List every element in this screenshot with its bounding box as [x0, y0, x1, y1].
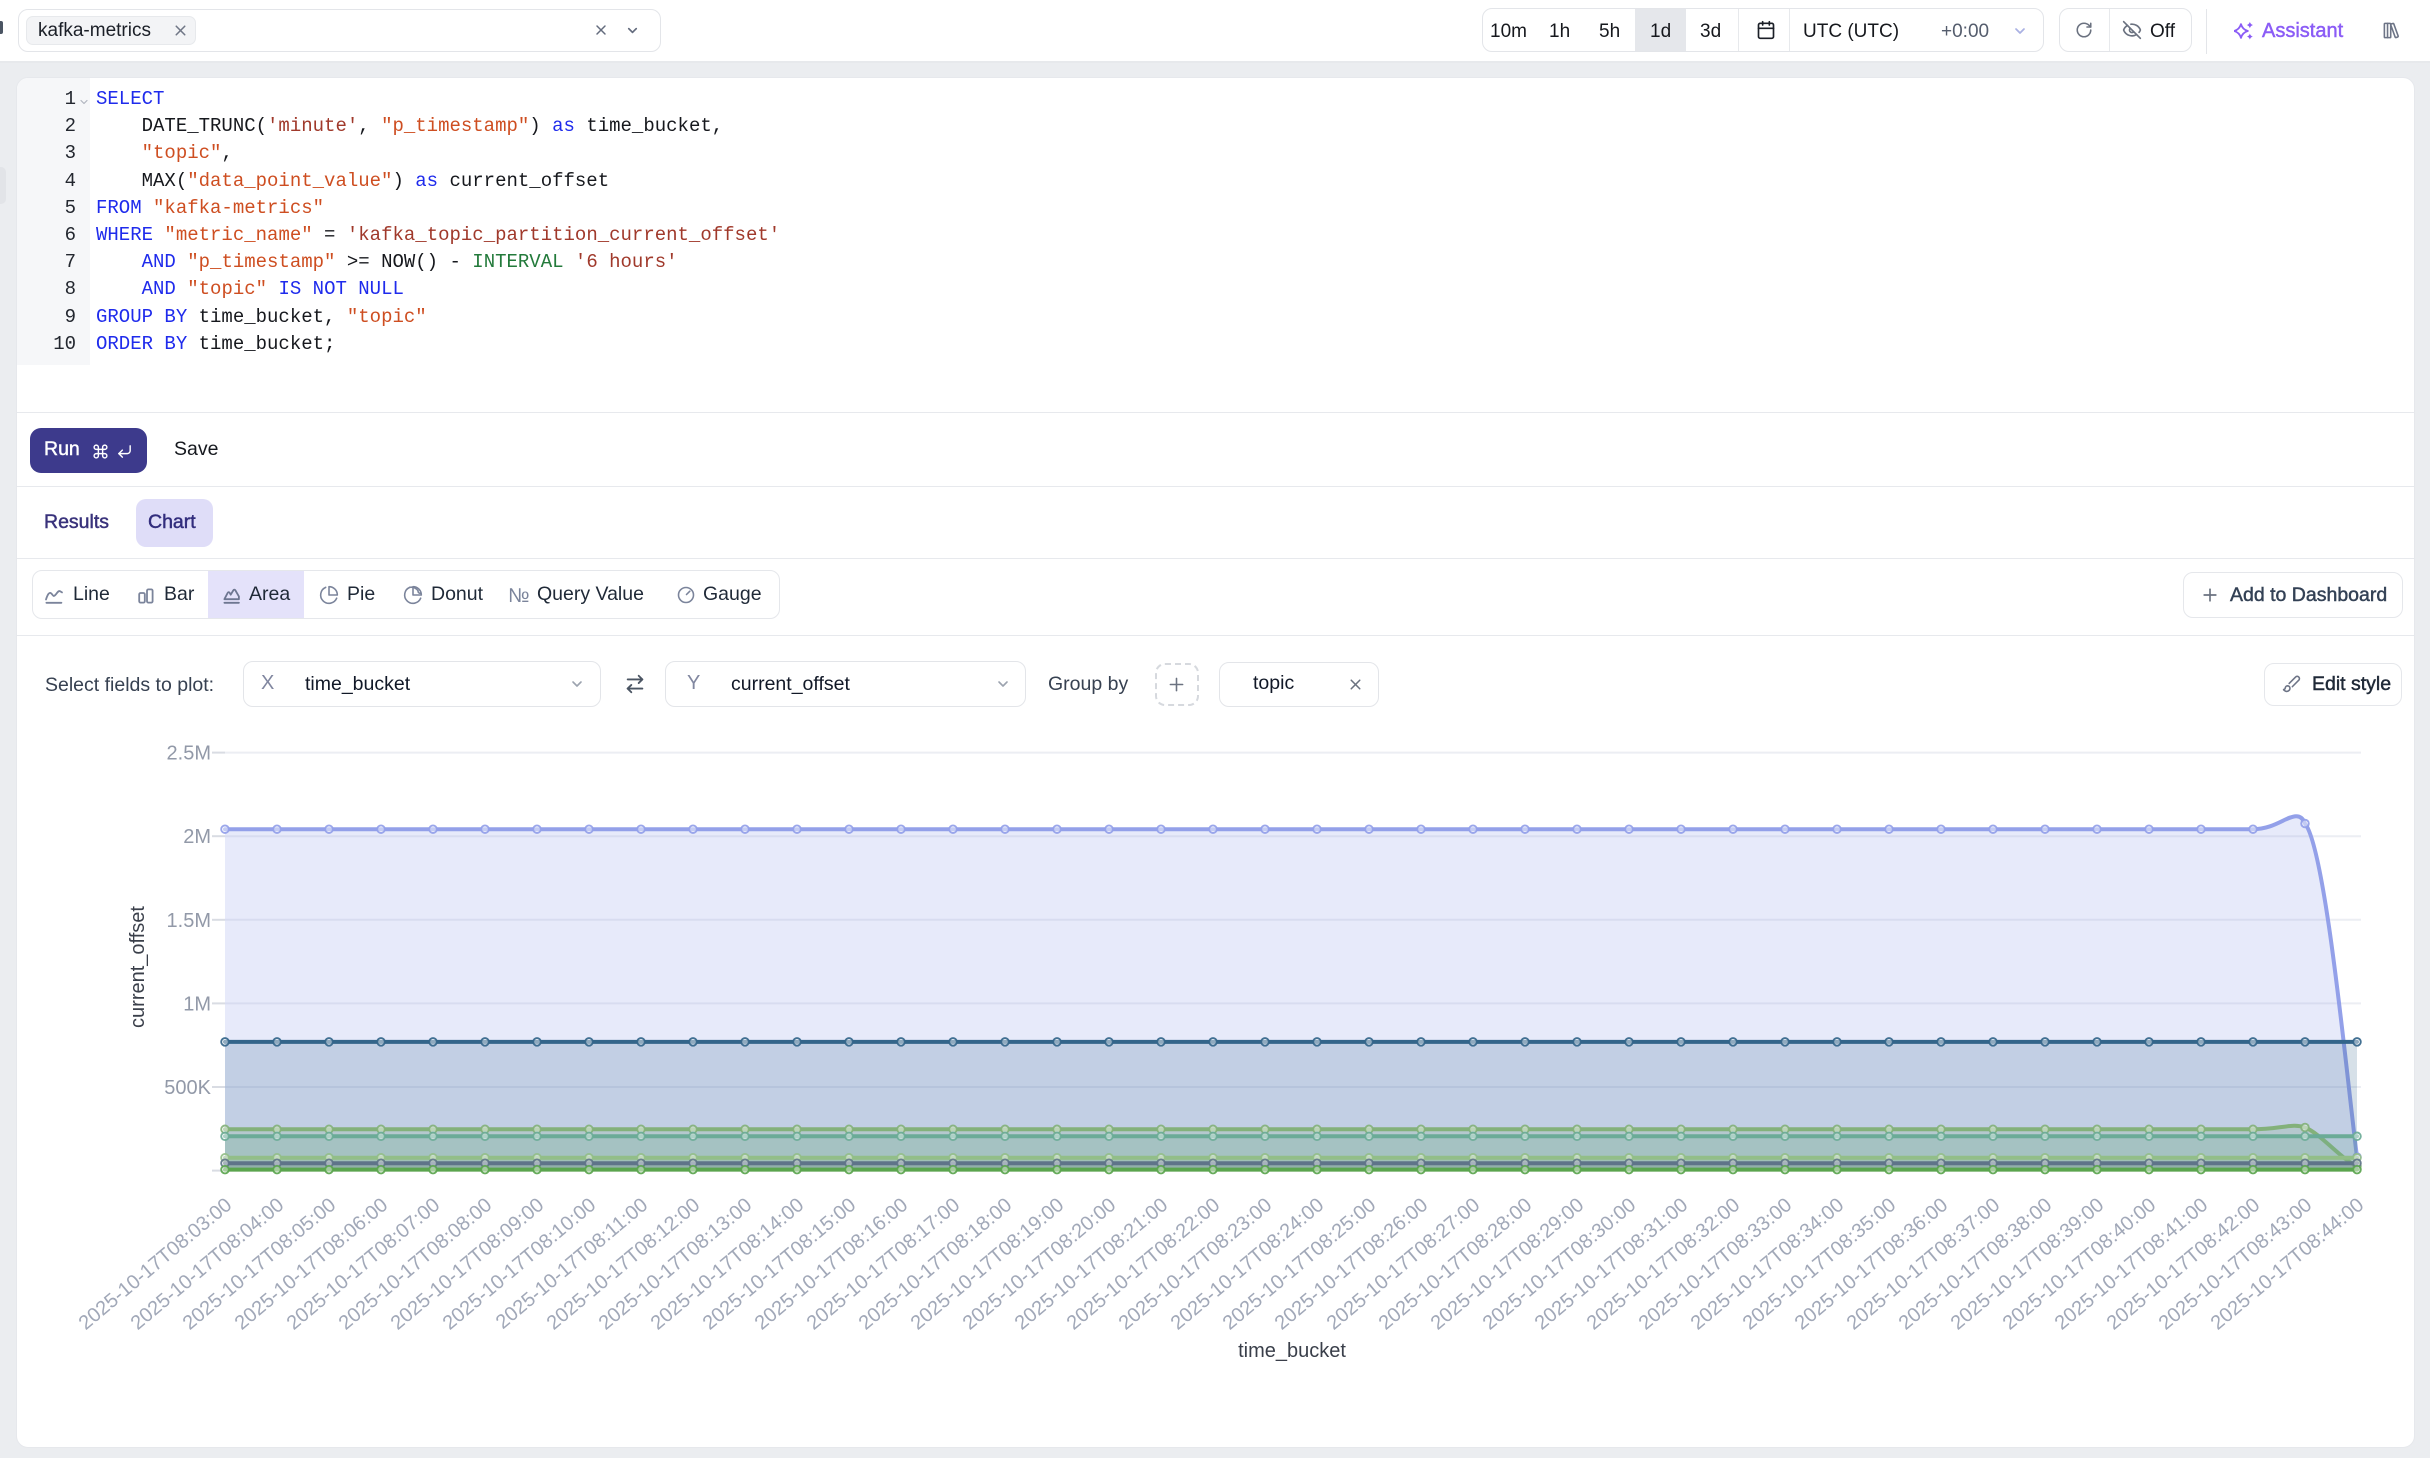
svg-text:500K: 500K: [164, 1077, 211, 1099]
svg-text:time_bucket: time_bucket: [1238, 1340, 1346, 1362]
svg-text:1M: 1M: [183, 993, 211, 1015]
svg-text:2.5M: 2.5M: [167, 743, 211, 765]
svg-text:current_offset: current_offset: [127, 906, 149, 1028]
svg-text:2M: 2M: [183, 826, 211, 848]
svg-text:1.5M: 1.5M: [167, 910, 211, 932]
